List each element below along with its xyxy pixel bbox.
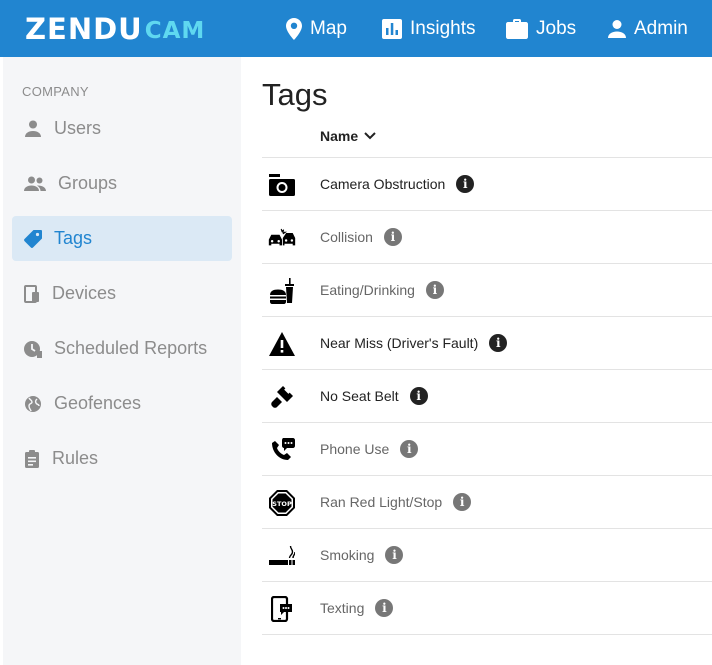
- sidebar-item-users[interactable]: Users: [12, 106, 232, 151]
- sidebar-item-tags[interactable]: Tags: [12, 216, 232, 261]
- logo-zendu: ZENDU: [25, 12, 143, 46]
- info-icon[interactable]: i: [456, 175, 475, 193]
- table-row[interactable]: Near Miss (Driver's Fault) i: [262, 317, 712, 370]
- phone-icon: [268, 436, 296, 464]
- map-pin-icon: [286, 17, 302, 40]
- nav-admin-label: Admin: [634, 17, 688, 39]
- car-collision-icon: [268, 224, 296, 252]
- sidebar-item-label: Devices: [52, 283, 117, 303]
- nav-map-label: Map: [310, 17, 347, 39]
- tag-name: Collision i: [320, 228, 402, 246]
- sidebar-item-label: Scheduled Reports: [54, 338, 208, 358]
- info-icon[interactable]: i: [453, 493, 472, 511]
- sidebar-item-devices[interactable]: Devices: [12, 271, 232, 316]
- top-nav-bar: ZENDU CAM Map Insights Jobs Admin: [0, 0, 712, 57]
- group-icon: [24, 176, 46, 191]
- tag-name: Phone Use i: [320, 440, 419, 458]
- info-icon[interactable]: i: [383, 228, 402, 246]
- devices-icon: [24, 284, 39, 303]
- info-icon[interactable]: i: [425, 281, 444, 299]
- nav-map[interactable]: Map: [286, 0, 347, 57]
- tag-name: Near Miss (Driver's Fault) i: [320, 334, 508, 352]
- sidebar-item-scheduled-reports[interactable]: Scheduled Reports: [12, 326, 232, 371]
- briefcase-icon: [506, 18, 528, 39]
- clipboard-icon: [25, 449, 39, 468]
- seatbelt-icon: [268, 383, 296, 411]
- nav-jobs[interactable]: Jobs: [506, 0, 576, 57]
- sidebar-item-label: Groups: [58, 173, 118, 193]
- globe-icon: [25, 395, 41, 412]
- tag-icon: [24, 229, 42, 248]
- tag-name: Ran Red Light/Stop i: [320, 493, 472, 511]
- sidebar-item-label: Geofences: [54, 393, 142, 413]
- smoking-icon: [268, 542, 296, 570]
- nav-insights-label: Insights: [410, 17, 476, 39]
- tag-name: Eating/Drinking i: [320, 281, 444, 299]
- info-icon[interactable]: i: [409, 387, 428, 405]
- table-row[interactable]: Collision i: [262, 211, 712, 264]
- table-row[interactable]: Phone Use i: [262, 423, 712, 476]
- sidebar-item-label: Users: [54, 118, 102, 138]
- tag-name: Camera Obstruction i: [320, 175, 475, 193]
- table-row[interactable]: No Seat Belt i: [262, 370, 712, 423]
- sidebar-item-label: Tags: [54, 228, 93, 248]
- sidebar-item-geofences[interactable]: Geofences: [12, 381, 232, 426]
- table-row[interactable]: STOP Ran Red Light/Stop i: [262, 476, 712, 529]
- table-row[interactable]: Smoking i: [262, 529, 712, 582]
- tag-name: Smoking i: [320, 546, 404, 564]
- bar-chart-icon: [382, 18, 402, 39]
- nav-jobs-label: Jobs: [536, 17, 577, 39]
- food-drink-icon: [268, 277, 296, 305]
- sidebar-item-label: Rules: [52, 448, 99, 468]
- chevron-down-icon: [364, 132, 376, 140]
- svg-text:STOP: STOP: [272, 500, 292, 508]
- info-icon[interactable]: i: [385, 546, 404, 564]
- tag-name: Texting i: [320, 599, 394, 617]
- zenducam-logo[interactable]: ZENDU CAM: [25, 12, 205, 44]
- page-title: Tags: [262, 77, 328, 112]
- sidebar-item-groups[interactable]: Groups: [12, 161, 232, 206]
- name-column-header[interactable]: Name: [320, 128, 376, 144]
- person-icon: [25, 120, 41, 137]
- camera-icon: [268, 171, 296, 199]
- table-row[interactable]: Camera Obstruction i: [262, 158, 712, 211]
- person-icon: [608, 19, 626, 38]
- sidebar: COMPANY Users Groups Tags Devices Schedu…: [3, 57, 241, 665]
- name-column-label: Name: [320, 128, 359, 144]
- info-icon[interactable]: i: [375, 599, 394, 617]
- sidebar-item-rules[interactable]: Rules: [12, 436, 232, 481]
- logo-cam: CAM: [144, 18, 206, 44]
- nav-insights[interactable]: Insights: [382, 0, 475, 57]
- texting-icon: [268, 595, 296, 623]
- stop-sign-icon: STOP: [268, 489, 296, 517]
- sidebar-section-label: COMPANY: [22, 84, 89, 99]
- tag-name: No Seat Belt i: [320, 387, 428, 405]
- warning-icon: [268, 330, 296, 358]
- table-row[interactable]: Eating/Drinking i: [262, 264, 712, 317]
- info-icon[interactable]: i: [400, 440, 419, 458]
- info-icon[interactable]: i: [489, 334, 508, 352]
- nav-admin[interactable]: Admin: [608, 0, 688, 57]
- clock-icon: [24, 340, 42, 358]
- table-row[interactable]: Texting i: [262, 582, 712, 635]
